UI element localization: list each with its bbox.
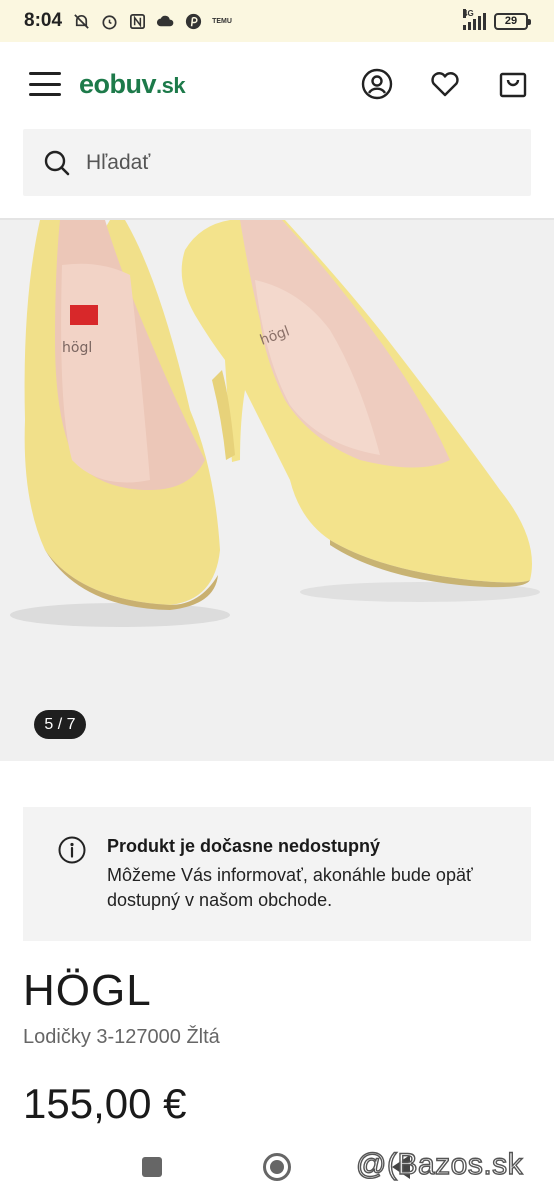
battery-icon: 29 <box>494 12 531 30</box>
pinterest-icon <box>184 12 203 31</box>
temu-notification-label: TEMU <box>212 17 232 25</box>
status-bar: 8:04 TEMU 4G 29 <box>0 0 554 42</box>
gallery-counter: 5 / 7 <box>34 710 86 739</box>
product-brand[interactable]: HÖGL <box>23 966 152 1016</box>
notice-body: Môžeme Vás informovať, akonáhle bude opä… <box>107 865 473 910</box>
watermark: @(Bazos.sk <box>355 1147 524 1181</box>
status-notification-icons: TEMU <box>72 12 232 31</box>
site-header: eobuv.sk <box>0 42 554 126</box>
cloud-icon <box>156 12 175 31</box>
status-system-icons: 4G 29 <box>463 9 531 30</box>
alarm-icon <box>100 12 119 31</box>
wishlist-heart-icon[interactable] <box>428 67 462 101</box>
search-input[interactable]: Hľadať <box>23 129 531 196</box>
availability-notice: Produkt je dočasne nedostupný Môžeme Vás… <box>23 807 531 941</box>
product-photo: högl högl <box>10 220 540 627</box>
logo-main: eobuv <box>79 68 157 99</box>
header-actions <box>360 67 530 101</box>
product-price: 155,00 € <box>23 1080 187 1127</box>
cart-bag-icon[interactable] <box>496 67 530 101</box>
system-navigation-bar: @(Bazos.sk <box>0 1140 554 1200</box>
menu-icon[interactable] <box>29 72 61 96</box>
battery-level: 29 <box>504 15 518 27</box>
network-type-label: 4G <box>463 9 474 18</box>
cell-signal-icon: 4G <box>463 9 486 30</box>
notice-title: Produkt je dočasne nedostupný <box>107 836 381 856</box>
insole-brand-left: högl <box>62 340 92 356</box>
product-image-gallery[interactable]: högl högl <box>0 220 554 761</box>
search-icon <box>44 150 70 175</box>
info-icon <box>57 835 87 865</box>
muted-bell-icon <box>72 12 91 31</box>
status-time: 8:04 <box>24 10 63 31</box>
home-button[interactable] <box>263 1153 291 1181</box>
search-placeholder: Hľadať <box>86 150 151 174</box>
product-name: Lodičky 3-127000 Žltá <box>23 1026 220 1048</box>
logo-tld: .sk <box>156 72 186 98</box>
site-logo[interactable]: eobuv.sk <box>79 68 186 100</box>
account-icon[interactable] <box>360 67 394 101</box>
nfc-icon <box>128 12 147 31</box>
notice-text: Produkt je dočasne nedostupný Môžeme Vás… <box>107 835 487 941</box>
recents-button[interactable] <box>142 1157 162 1177</box>
